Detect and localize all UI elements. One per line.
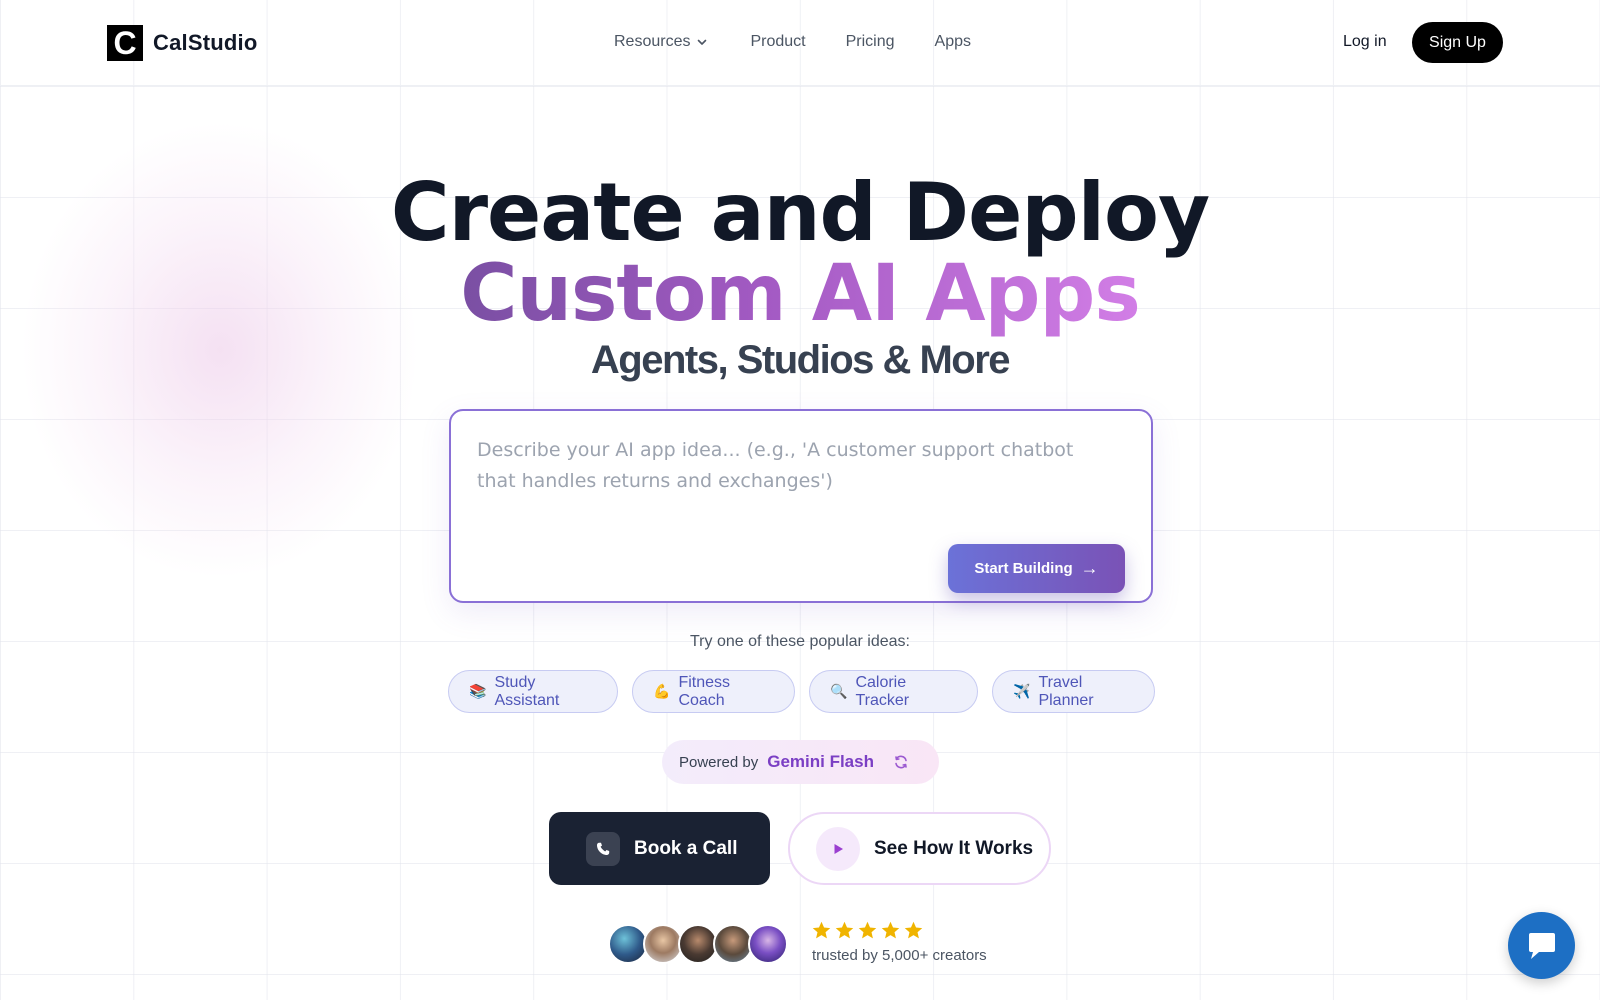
app-idea-prompt-box: Start Building → (449, 409, 1153, 603)
star-icon (881, 921, 900, 939)
model-name: Gemini Flash (767, 752, 874, 771)
idea-chip-fitness-coach[interactable]: 💪 Fitness Coach (632, 670, 795, 713)
star-icon (835, 921, 854, 939)
play-icon (834, 843, 843, 854)
phone-icon-box (586, 831, 620, 866)
avatar (643, 924, 683, 964)
arrow-right-icon: → (1080, 558, 1099, 578)
airplane-icon: ✈️ (1013, 683, 1031, 699)
idea-chip-label: Study Assistant (494, 673, 560, 709)
hero-subtitle: Agents, Studios & More (590, 338, 1011, 382)
avatar (678, 924, 718, 964)
login-link[interactable]: Log in (1343, 33, 1387, 51)
nav-item-apps-label: Apps (934, 33, 971, 50)
star-icon (904, 921, 923, 939)
idea-chip-travel-planner[interactable]: ✈️ Travel Planner (992, 670, 1155, 713)
avatar (713, 924, 753, 964)
idea-chip-study-assistant[interactable]: 📚 Study Assistant (448, 670, 618, 713)
start-building-button[interactable]: Start Building → (948, 544, 1125, 593)
signup-button[interactable]: Sign Up (1412, 22, 1503, 63)
idea-chip-label: Fitness Coach (678, 673, 731, 709)
rating-stars (811, 920, 924, 941)
hero-title: Create and Deploy (390, 166, 1210, 259)
avatar (608, 924, 648, 964)
idea-chip-calorie-tracker[interactable]: 🔍 Calorie Tracker (809, 670, 978, 713)
hero-title-gradient: Custom AI Apps (0, 250, 1600, 338)
logo-mark: C (107, 25, 143, 61)
chevron-down-icon (698, 39, 707, 45)
powered-by-badge: Powered by Gemini Flash (662, 740, 939, 784)
book-a-call-button[interactable]: Book a Call (549, 812, 770, 885)
phone-icon (597, 842, 610, 855)
idea-chip-label: Travel Planner (1038, 673, 1094, 709)
book-a-call-label: Book a Call (634, 837, 738, 859)
main-nav: Resources Product Pricing Apps (614, 33, 971, 51)
top-navbar: C CalStudio Resources Product Pricing Ap… (0, 0, 1600, 86)
refresh-icon[interactable] (893, 754, 909, 770)
nav-item-product[interactable]: Product (750, 33, 805, 51)
magnifier-icon: 🔍 (830, 683, 848, 699)
see-how-it-works-label: See How It Works (874, 837, 1034, 859)
nav-item-product-label: Product (750, 33, 806, 50)
trusted-by-text: trusted by 5,000+ creators (812, 947, 987, 964)
chat-bubble-icon (1528, 932, 1555, 959)
chat-widget-button[interactable] (1508, 912, 1575, 979)
popular-ideas-list: 📚 Study Assistant 💪 Fitness Coach 🔍 Calo… (448, 670, 1155, 713)
logo[interactable]: C CalStudio (107, 25, 257, 61)
play-icon-circle (816, 826, 860, 871)
creator-avatars (608, 924, 788, 964)
star-icon (812, 921, 831, 939)
hero-title-gradient-text: Custom AI Apps (460, 249, 1141, 339)
app-idea-input[interactable] (477, 435, 1107, 545)
nav-item-pricing[interactable]: Pricing (846, 33, 895, 51)
star-icon (858, 921, 877, 939)
logo-text: CalStudio (153, 30, 258, 55)
nav-item-resources[interactable]: Resources (614, 33, 708, 51)
nav-item-pricing-label: Pricing (845, 33, 895, 50)
flexed-arm-icon: 💪 (653, 683, 671, 699)
see-how-it-works-button[interactable]: See How It Works (788, 812, 1051, 885)
start-building-label: Start Building (974, 560, 1073, 577)
powered-by-label: Powered by (679, 753, 759, 771)
popular-ideas-title: Try one of these popular ideas: (690, 633, 910, 650)
avatar (748, 924, 788, 964)
nav-item-apps[interactable]: Apps (935, 33, 971, 51)
idea-chip-label: Calorie Tracker (855, 673, 910, 709)
nav-item-resources-label: Resources (614, 33, 691, 50)
books-icon: 📚 (469, 683, 487, 699)
